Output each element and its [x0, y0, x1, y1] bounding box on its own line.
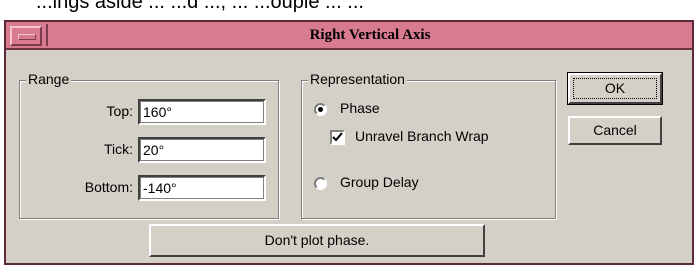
- range-group: Range Top: 160° Tick: 20° Bottom: -140°: [19, 71, 279, 219]
- tick-input[interactable]: 20°: [138, 137, 266, 163]
- dont-plot-phase-button[interactable]: Don't plot phase.: [149, 224, 485, 257]
- unravel-branch-wrap-label[interactable]: Unravel Branch Wrap: [355, 128, 489, 144]
- radio-dot-icon: [318, 107, 323, 112]
- title-bar[interactable]: Right Vertical Axis: [6, 22, 692, 50]
- tick-label: Tick:: [103, 141, 133, 157]
- background-text: ...ings aside ... ...d ..., ... ...ouple…: [36, 0, 364, 13]
- checkmark-icon: [332, 132, 343, 142]
- top-input[interactable]: 160°: [138, 99, 266, 125]
- representation-group: Representation Phase Unravel Branch Wrap…: [301, 71, 556, 219]
- group-delay-label[interactable]: Group Delay: [340, 174, 419, 190]
- window-menu-icon[interactable]: [10, 26, 42, 46]
- cancel-button-label: Cancel: [593, 122, 637, 138]
- unravel-branch-wrap-checkbox[interactable]: [330, 130, 345, 145]
- right-vertical-axis-dialog: Right Vertical Axis Range Top: 160° Tick…: [4, 20, 694, 265]
- group-delay-radio[interactable]: [314, 177, 327, 190]
- ok-button[interactable]: OK: [567, 72, 663, 105]
- dont-plot-phase-label: Don't plot phase.: [264, 232, 370, 248]
- cancel-button[interactable]: Cancel: [568, 116, 662, 145]
- bottom-label: Bottom:: [84, 179, 133, 195]
- phase-label[interactable]: Phase: [340, 100, 380, 116]
- bottom-input[interactable]: -140°: [138, 175, 266, 201]
- phase-radio[interactable]: [314, 103, 327, 116]
- top-label: Top:: [106, 103, 133, 119]
- range-legend: Range: [26, 71, 72, 87]
- window-title: Right Vertical Axis: [309, 27, 431, 43]
- focus-rectangle: [573, 78, 657, 99]
- representation-legend: Representation: [308, 71, 407, 87]
